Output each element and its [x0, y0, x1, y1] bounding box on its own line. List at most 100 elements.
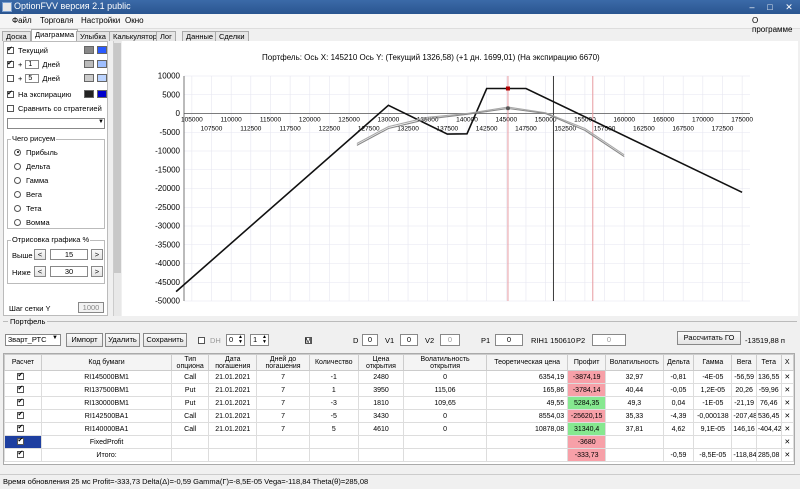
expiration-checkbox[interactable]: [7, 89, 14, 98]
col-profit[interactable]: Профит: [567, 354, 607, 371]
radio-theta[interactable]: Тета: [14, 203, 42, 213]
save-button[interactable]: Сохранить: [143, 333, 187, 347]
p1-input[interactable]: 0: [495, 334, 523, 346]
above-input[interactable]: 15: [50, 249, 88, 260]
table-row[interactable]: RI142500BA1Call21.01.20217-5343008554,03…: [4, 409, 795, 423]
menu-settings[interactable]: Настройки: [81, 16, 120, 25]
fixed-checkbox[interactable]: [17, 437, 25, 445]
compare-checkbox[interactable]: [7, 104, 14, 112]
remove-row-icon[interactable]: ✕: [780, 396, 795, 410]
calc-checkbox[interactable]: [17, 385, 25, 393]
col-vol-open[interactable]: Волатильность открытия: [403, 354, 488, 371]
fixed-checkbox-cell[interactable]: [4, 435, 42, 449]
maximize-icon[interactable]: □: [762, 1, 778, 13]
col-gamma[interactable]: Гамма: [693, 354, 733, 371]
radio-vega[interactable]: Вега: [14, 189, 42, 199]
remove-row-icon[interactable]: ✕: [780, 370, 795, 384]
remove-row-icon[interactable]: ✕: [780, 409, 795, 423]
calc-checkbox-cell[interactable]: [4, 370, 42, 384]
radio-profit-icon[interactable]: [14, 148, 21, 156]
calc-checkbox[interactable]: [17, 411, 25, 419]
calc-checkbox[interactable]: [17, 424, 25, 432]
close-icon[interactable]: ✕: [781, 1, 797, 13]
scroll-thumb[interactable]: [114, 43, 121, 273]
col-days[interactable]: Дней до погашения: [256, 354, 310, 371]
radio-vega-icon[interactable]: [14, 190, 21, 198]
radio-profit[interactable]: Прибыль: [14, 147, 58, 157]
calculate-go-button[interactable]: Рассчитать ГО: [677, 331, 741, 345]
table-row[interactable]: RI137500BM1Put21.01.2021713950115,06165,…: [4, 383, 795, 397]
plus5-color-1[interactable]: [84, 74, 94, 82]
current-color-1[interactable]: [84, 46, 94, 54]
below-input[interactable]: 30: [50, 266, 88, 277]
col-vega[interactable]: Вега: [731, 354, 757, 371]
days2-input[interactable]: 5: [25, 73, 40, 83]
v1-input[interactable]: 0: [400, 334, 418, 346]
below-decrease-button[interactable]: <: [34, 266, 46, 277]
table-row[interactable]: RI130000BM1Put21.01.20217-31810109,6549,…: [4, 396, 795, 410]
minimize-icon[interactable]: –: [744, 1, 760, 13]
calc-checkbox-cell[interactable]: [4, 383, 42, 397]
col-x[interactable]: X: [780, 354, 795, 371]
menu-file[interactable]: Файл: [12, 16, 32, 25]
calc-checkbox-cell[interactable]: [4, 409, 42, 423]
tab-calculator[interactable]: Калькулятор: [109, 31, 161, 41]
col-date[interactable]: Дата погашения: [208, 354, 258, 371]
menu-trading[interactable]: Торговля: [40, 16, 73, 25]
col-qty[interactable]: Количество: [308, 354, 359, 371]
radio-vomma-icon[interactable]: [14, 218, 21, 226]
table-row[interactable]: RI145000BM1Call21.01.20217-1248006354,19…: [4, 370, 795, 384]
remove-row-icon[interactable]: ✕: [780, 422, 795, 436]
fixed-value[interactable]: -3680: [567, 435, 607, 449]
tab-log[interactable]: Лог: [156, 31, 176, 41]
dh-checkbox[interactable]: [198, 337, 205, 344]
dh-spinner-1[interactable]: 0 ▲ ▼: [226, 334, 245, 346]
dh-spinner-2[interactable]: 1 ▲ ▼: [250, 334, 269, 346]
plus5-checkbox[interactable]: [7, 74, 14, 82]
plus1-color-2[interactable]: [97, 60, 107, 68]
col-calc[interactable]: Расчет: [4, 354, 42, 371]
col-vol[interactable]: Волатильность: [605, 354, 664, 371]
tab-diagram[interactable]: Диаграмма: [31, 29, 79, 41]
tab-deals[interactable]: Сделки: [215, 31, 249, 41]
import-button[interactable]: Импорт: [66, 333, 103, 347]
col-theta[interactable]: Тета: [755, 354, 782, 371]
days1-input[interactable]: 1: [25, 59, 40, 69]
radio-delta-icon[interactable]: [14, 162, 21, 170]
total-checkbox[interactable]: [17, 450, 25, 458]
expiration-color-1[interactable]: [84, 90, 94, 98]
col-type[interactable]: Тип опциона: [171, 354, 210, 371]
menu-window[interactable]: Окно: [125, 16, 144, 25]
strategy-select[interactable]: ▼: [7, 118, 105, 129]
table-row[interactable]: RI140000BA1Call21.01.2021754610010878,08…: [4, 422, 795, 436]
calc-checkbox-cell[interactable]: [4, 422, 42, 436]
portfolio-select[interactable]: 3варт_РТС ▼: [5, 334, 61, 346]
remove-row-icon[interactable]: ✕: [780, 448, 795, 462]
radio-gamma-icon[interactable]: [14, 176, 21, 184]
v2-input[interactable]: 0: [440, 334, 460, 346]
expiration-color-2[interactable]: [97, 90, 107, 98]
delete-button[interactable]: Удалить: [105, 333, 140, 347]
col-code[interactable]: Код бумаги: [40, 354, 173, 371]
above-increase-button[interactable]: >: [91, 249, 103, 260]
current-color-2[interactable]: [97, 46, 107, 54]
plus1-color-1[interactable]: [84, 60, 94, 68]
col-delta[interactable]: Дельта: [662, 354, 695, 371]
radio-theta-icon[interactable]: [14, 204, 21, 212]
remove-row-icon[interactable]: ✕: [780, 383, 795, 397]
plus1-checkbox[interactable]: [7, 59, 14, 68]
calc-checkbox-cell[interactable]: [4, 396, 42, 410]
col-theo[interactable]: Теоретическая цена: [486, 354, 569, 371]
calc-checkbox[interactable]: [17, 372, 25, 380]
left-panel-scrollbar[interactable]: [113, 41, 121, 316]
radio-vomma[interactable]: Вомма: [14, 217, 50, 227]
d-input[interactable]: 0: [362, 334, 378, 346]
current-checkbox[interactable]: [7, 45, 14, 54]
p2-input[interactable]: 0: [592, 334, 626, 346]
plus5-color-2[interactable]: [97, 74, 107, 82]
below-increase-button[interactable]: >: [91, 266, 103, 277]
tab-data[interactable]: Данные: [182, 31, 218, 41]
tab-board[interactable]: Доска: [2, 31, 31, 41]
remove-row-icon[interactable]: ✕: [780, 435, 795, 449]
fixed-profit-row[interactable]: FixedProfit -3680 ✕: [4, 435, 795, 449]
